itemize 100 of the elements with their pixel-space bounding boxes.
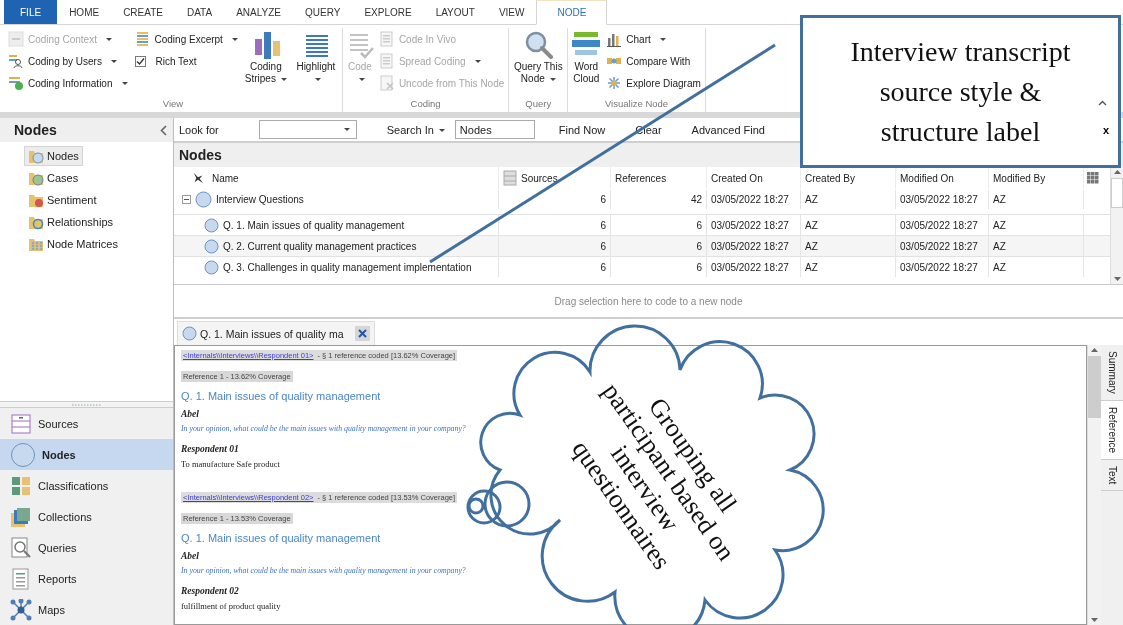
close-button[interactable]: x bbox=[1102, 123, 1109, 136]
navigator-item[interactable]: Sentiment bbox=[24, 190, 101, 210]
scrollbar[interactable] bbox=[1110, 167, 1123, 284]
caret-icon bbox=[121, 81, 128, 85]
table-cell: 6 bbox=[499, 257, 611, 277]
ribbon-button[interactable]: Coding Information bbox=[7, 75, 129, 91]
navigation-button[interactable]: Queries bbox=[0, 532, 173, 563]
document-tab[interactable]: Q. 1. Main issues of quality ma bbox=[177, 321, 375, 345]
navigation-button[interactable]: Maps bbox=[0, 594, 173, 625]
node-name[interactable]: Q. 1. Main issues of quality management bbox=[223, 219, 405, 231]
ribbon-button[interactable]: Coding by Users bbox=[7, 53, 129, 69]
document-icon bbox=[378, 31, 395, 47]
ribbon-tab[interactable]: FILE bbox=[4, 0, 58, 24]
node-icon bbox=[10, 441, 36, 468]
navigator-item[interactable]: Node Matrices bbox=[24, 234, 122, 254]
scrollbar-thumb[interactable] bbox=[1088, 356, 1101, 418]
find-bar-button[interactable]: Advanced Find bbox=[691, 123, 765, 136]
table-cell: AZ bbox=[801, 190, 896, 209]
table-cell: 03/05/2022 18:27 bbox=[707, 257, 801, 277]
ribbon-button[interactable]: Coding Stripes bbox=[242, 28, 289, 86]
table-cell: 6 bbox=[611, 257, 707, 277]
caret-icon bbox=[549, 77, 556, 81]
collapse-panel-icon[interactable] bbox=[160, 124, 167, 136]
ribbon-button[interactable]: Query This Node bbox=[512, 28, 565, 86]
navigation-button[interactable]: Nodes bbox=[0, 439, 173, 470]
node-name[interactable]: Interview Questions bbox=[216, 194, 304, 205]
panel-title: Nodes bbox=[14, 122, 57, 138]
sentiment-folder-icon bbox=[28, 192, 44, 208]
speaker-name: Abel bbox=[181, 551, 199, 561]
table-cell: 42 bbox=[611, 190, 707, 209]
column-chooser-icon[interactable] bbox=[1086, 171, 1100, 185]
ribbon-tab[interactable]: CREATE bbox=[111, 0, 175, 24]
ribbon-tab[interactable]: HOME bbox=[57, 0, 112, 24]
ribbon-button[interactable]: Highlight bbox=[292, 28, 339, 86]
section-heading: Q. 1. Main issues of quality management bbox=[181, 390, 381, 402]
relationship-folder-icon bbox=[28, 214, 44, 230]
navigation-button[interactable]: Collections bbox=[0, 501, 173, 532]
stacked-squares-icon bbox=[10, 505, 32, 528]
scrollbar-thumb[interactable] bbox=[1111, 178, 1123, 208]
search-icon bbox=[523, 29, 554, 59]
user-list-icon bbox=[8, 53, 24, 69]
matrix-folder-icon bbox=[28, 236, 44, 252]
find-bar-button[interactable]: Find Now bbox=[558, 123, 606, 136]
navigator-item[interactable]: Cases bbox=[24, 168, 83, 188]
navigator-item[interactable]: Relationships bbox=[24, 212, 118, 232]
ribbon-tab[interactable]: LAYOUT bbox=[423, 0, 487, 24]
ribbon-button[interactable]: Compare With bbox=[605, 53, 702, 69]
node-icon bbox=[195, 191, 212, 208]
table-cell: AZ bbox=[989, 257, 1084, 277]
document-icon bbox=[378, 53, 395, 69]
grid-icon bbox=[10, 474, 32, 497]
splitter-handle[interactable] bbox=[0, 401, 173, 408]
group-label: Coding bbox=[409, 98, 442, 111]
node-name[interactable]: Q. 2. Current quality management practices bbox=[223, 240, 417, 252]
scroll-up-icon[interactable] bbox=[1091, 347, 1098, 352]
node-name[interactable]: Q. 3. Challenges in quality management implementation bbox=[223, 261, 472, 273]
table-cell: 03/05/2022 18:27 bbox=[707, 190, 801, 209]
node-icon bbox=[204, 217, 219, 233]
collapse-toggle[interactable] bbox=[182, 195, 191, 204]
scroll-up-icon[interactable] bbox=[1113, 169, 1121, 174]
speaker-name: Respondent 01 bbox=[181, 444, 239, 454]
rich-text-checkbox[interactable]: Rich Text bbox=[133, 55, 239, 67]
ribbon-button[interactable]: Explore Diagram bbox=[605, 75, 702, 91]
ribbon-tab[interactable]: NODE bbox=[536, 0, 608, 25]
network-icon bbox=[10, 598, 32, 621]
ribbon-button[interactable]: Chart bbox=[605, 31, 702, 47]
search-icon bbox=[10, 536, 32, 559]
scroll-down-icon[interactable] bbox=[1113, 277, 1121, 282]
ribbon-tab[interactable]: ANALYZE bbox=[224, 0, 293, 24]
striped-lines-icon bbox=[134, 31, 151, 47]
search-in-field[interactable]: Nodes bbox=[454, 120, 535, 139]
network-icon bbox=[606, 75, 623, 91]
scroll-down-icon[interactable] bbox=[1091, 618, 1098, 623]
ribbon-tab[interactable]: DATA bbox=[174, 0, 225, 24]
navigation-button[interactable]: Sources bbox=[0, 408, 173, 439]
checkmark-icon bbox=[135, 56, 145, 66]
sources-icon bbox=[503, 170, 517, 186]
close-tab-button[interactable] bbox=[354, 326, 370, 341]
minus-box-icon bbox=[8, 31, 24, 47]
node-icon bbox=[204, 259, 219, 275]
navigation-button[interactable]: Reports bbox=[0, 563, 173, 594]
look-for-label: Look for bbox=[179, 123, 219, 136]
ribbon-tab[interactable]: EXPLORE bbox=[352, 0, 424, 24]
column-header[interactable]: Name bbox=[208, 172, 498, 184]
answer-text: To manufacture Safe product bbox=[181, 459, 280, 469]
scrollbar[interactable] bbox=[1087, 345, 1101, 625]
search-in-button[interactable]: Search In bbox=[386, 123, 445, 136]
ribbon-tab[interactable]: QUERY bbox=[293, 0, 353, 24]
bar-chart-icon bbox=[606, 31, 623, 47]
navigator-item[interactable]: Nodes bbox=[24, 146, 83, 166]
caret-icon bbox=[105, 37, 112, 41]
drawer-icon bbox=[10, 412, 32, 435]
ribbon-tab[interactable]: VIEW bbox=[486, 0, 537, 24]
caret-icon bbox=[231, 37, 238, 41]
navigation-button[interactable]: Classifications bbox=[0, 470, 173, 501]
table-cell: AZ bbox=[989, 190, 1084, 209]
ribbon-button[interactable]: Word Cloud bbox=[571, 28, 602, 86]
side-tab[interactable]: Reference bbox=[1101, 400, 1123, 460]
ribbon-button[interactable]: Coding Excerpt bbox=[133, 31, 239, 47]
case-folder-icon bbox=[28, 170, 44, 186]
